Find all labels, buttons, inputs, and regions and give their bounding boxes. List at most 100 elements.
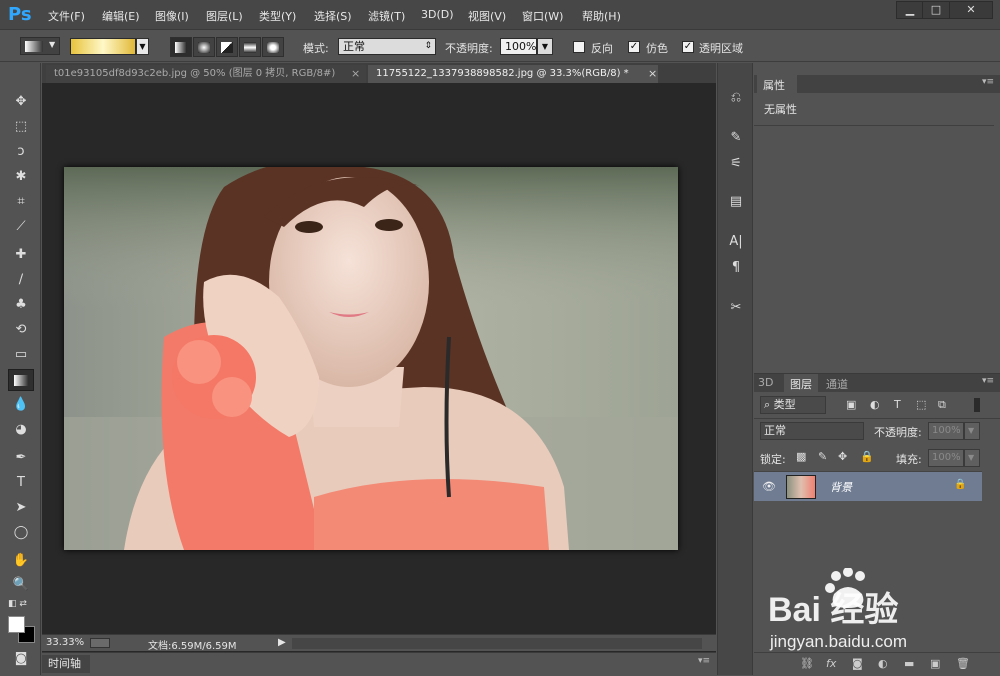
gradient-tool-icon[interactable] — [8, 369, 34, 391]
filter-shape-icon[interactable]: ⬚ — [916, 398, 926, 411]
layer-filter-select[interactable]: ⌕ 类型 — [760, 396, 826, 414]
reflected-gradient-button[interactable] — [239, 37, 261, 57]
add-mask-icon[interactable]: ◙ — [852, 657, 863, 670]
dodge-tool-icon[interactable]: ◕ — [8, 419, 34, 441]
panel-menu-icon[interactable]: ▾≡ — [982, 376, 994, 386]
ellipse-tool-icon[interactable]: ◯ — [8, 522, 34, 544]
clone-source-icon[interactable]: ▤ — [725, 191, 747, 213]
tab-properties[interactable]: 属性 — [757, 75, 797, 93]
filter-pixel-icon[interactable]: ▣ — [846, 398, 856, 411]
path-selection-tool-icon[interactable]: ➤ — [8, 497, 34, 519]
layer-style-icon[interactable]: fx — [826, 657, 836, 670]
pen-tool-icon[interactable]: ✒ — [8, 447, 34, 469]
angle-gradient-button[interactable] — [216, 37, 238, 57]
tab-close-icon[interactable]: × — [648, 67, 657, 80]
marquee-tool-icon[interactable]: ⬚ — [8, 116, 34, 138]
lock-pixels-icon[interactable]: ✎ — [818, 450, 827, 463]
clone-stamp-tool-icon[interactable]: ♣ — [8, 294, 34, 316]
eyedropper-tool-icon[interactable]: ⟋ — [8, 216, 34, 238]
menu-window[interactable]: 窗口(W) — [522, 8, 563, 24]
gradient-dropdown-button[interactable]: ▼ — [136, 38, 149, 55]
gradient-swatch[interactable] — [70, 38, 136, 55]
filter-toggle[interactable] — [974, 398, 980, 412]
lock-all-icon[interactable]: 🔒 — [860, 450, 874, 463]
brush-tool-icon[interactable]: ∕ — [8, 269, 34, 291]
menu-select[interactable]: 选择(S) — [314, 8, 352, 24]
opacity-input[interactable]: 100% — [500, 38, 537, 55]
magic-wand-tool-icon[interactable]: ✱ — [8, 166, 34, 188]
layer-opacity-dropdown[interactable]: ▼ — [964, 422, 980, 440]
swap-colors-icon[interactable]: ◧ ⇄ — [8, 599, 38, 611]
menu-help[interactable]: 帮助(H) — [582, 8, 621, 24]
new-group-icon[interactable]: ▬ — [904, 657, 914, 670]
dither-checkbox[interactable]: ✓ — [628, 41, 640, 53]
minimize-button[interactable]: ▁ — [896, 1, 924, 19]
menu-type[interactable]: 类型(Y) — [259, 8, 296, 24]
character-panel-icon[interactable]: A| — [725, 231, 747, 253]
canvas-image[interactable] — [64, 167, 678, 550]
blur-tool-icon[interactable]: 💧 — [8, 394, 34, 416]
opacity-dropdown-button[interactable]: ▼ — [537, 38, 553, 55]
menu-3d[interactable]: 3D(D) — [421, 8, 454, 21]
foreground-color-swatch[interactable] — [8, 616, 25, 633]
fill-dropdown[interactable]: ▼ — [964, 449, 980, 467]
reverse-checkbox[interactable] — [573, 41, 585, 53]
lasso-tool-icon[interactable]: ↄ — [8, 141, 34, 163]
panel-menu-icon[interactable]: ▾≡ — [698, 656, 710, 666]
close-button[interactable]: ✕ — [949, 1, 993, 19]
move-tool-icon[interactable]: ✥ — [8, 91, 34, 113]
lock-position-icon[interactable]: ✥ — [838, 450, 847, 463]
brush-settings-icon[interactable]: ⚟ — [725, 153, 747, 175]
history-brush-tool-icon[interactable]: ⟲ — [8, 319, 34, 341]
menu-layer[interactable]: 图层(L) — [206, 8, 243, 24]
menu-view[interactable]: 视图(V) — [468, 8, 506, 24]
delete-layer-icon[interactable]: 🗑 — [956, 657, 970, 670]
tab-channels[interactable]: 通道 — [826, 376, 848, 392]
lock-transparent-icon[interactable]: ▩ — [796, 450, 806, 463]
status-menu-arrow-icon[interactable]: ▶ — [278, 637, 286, 648]
tab-close-icon[interactable]: × — [351, 67, 360, 80]
eraser-tool-icon[interactable]: ▭ — [8, 344, 34, 366]
linear-gradient-button[interactable] — [170, 37, 192, 57]
adjustment-layer-icon[interactable]: ◐ — [878, 657, 888, 670]
layer-row-background[interactable]: 👁 背景 🔒 — [754, 471, 982, 501]
tab-3d[interactable]: 3D — [758, 376, 773, 389]
tab-layers[interactable]: 图层 — [784, 374, 818, 392]
menu-filter[interactable]: 滤镜(T) — [368, 8, 405, 24]
filter-adjustment-icon[interactable]: ◐ — [870, 398, 880, 411]
link-layers-icon[interactable]: ⛓ — [800, 657, 814, 670]
hand-tool-icon[interactable]: ✋ — [8, 550, 34, 572]
layer-name[interactable]: 背景 — [830, 479, 852, 495]
healing-brush-tool-icon[interactable]: ✚ — [8, 244, 34, 266]
menu-edit[interactable]: 编辑(E) — [102, 8, 140, 24]
transparency-checkbox[interactable]: ✓ — [682, 41, 694, 53]
type-tool-icon[interactable]: T — [8, 472, 34, 494]
tool-presets-icon[interactable]: ✂ — [725, 297, 747, 319]
timeline-tab[interactable]: 时间轴 — [42, 655, 90, 673]
status-info-icon[interactable] — [90, 638, 110, 648]
crop-tool-icon[interactable]: ⌗ — [8, 191, 34, 213]
fill-input[interactable]: 100% — [928, 449, 964, 467]
menu-file[interactable]: 文件(F) — [48, 8, 85, 24]
new-layer-icon[interactable]: ▣ — [930, 657, 940, 670]
menu-image[interactable]: 图像(I) — [155, 8, 189, 24]
horizontal-scrollbar[interactable] — [292, 638, 702, 649]
diamond-gradient-button[interactable] — [262, 37, 284, 57]
tab-document-2[interactable]: 11755122_1337938898582.jpg @ 33.3%(RGB/8… — [368, 65, 658, 83]
history-panel-icon[interactable]: ⎌ — [725, 87, 747, 109]
layer-opacity-input[interactable]: 100% — [928, 422, 964, 440]
maximize-button[interactable]: □ — [922, 1, 950, 19]
panel-menu-icon[interactable]: ▾≡ — [982, 77, 994, 87]
blend-mode-select[interactable]: 正常 — [760, 422, 864, 440]
quick-mask-icon[interactable]: ◙ — [8, 648, 34, 670]
visibility-eye-icon[interactable]: 👁 — [762, 480, 776, 493]
filter-smart-object-icon[interactable]: ⧉ — [938, 398, 946, 412]
brush-presets-icon[interactable]: ✎ — [725, 127, 747, 149]
paragraph-panel-icon[interactable]: ¶ — [725, 257, 747, 279]
mode-select[interactable]: 正常 ⇕ — [338, 38, 436, 55]
radial-gradient-button[interactable] — [193, 37, 215, 57]
tool-preset-picker[interactable]: ▼ — [20, 37, 60, 55]
zoom-tool-icon[interactable]: 🔍 — [8, 574, 34, 596]
tab-document-1[interactable]: t01e93105df8d93c2eb.jpg @ 50% (图层 0 拷贝, … — [46, 65, 366, 83]
filter-type-icon[interactable]: T — [894, 398, 901, 411]
